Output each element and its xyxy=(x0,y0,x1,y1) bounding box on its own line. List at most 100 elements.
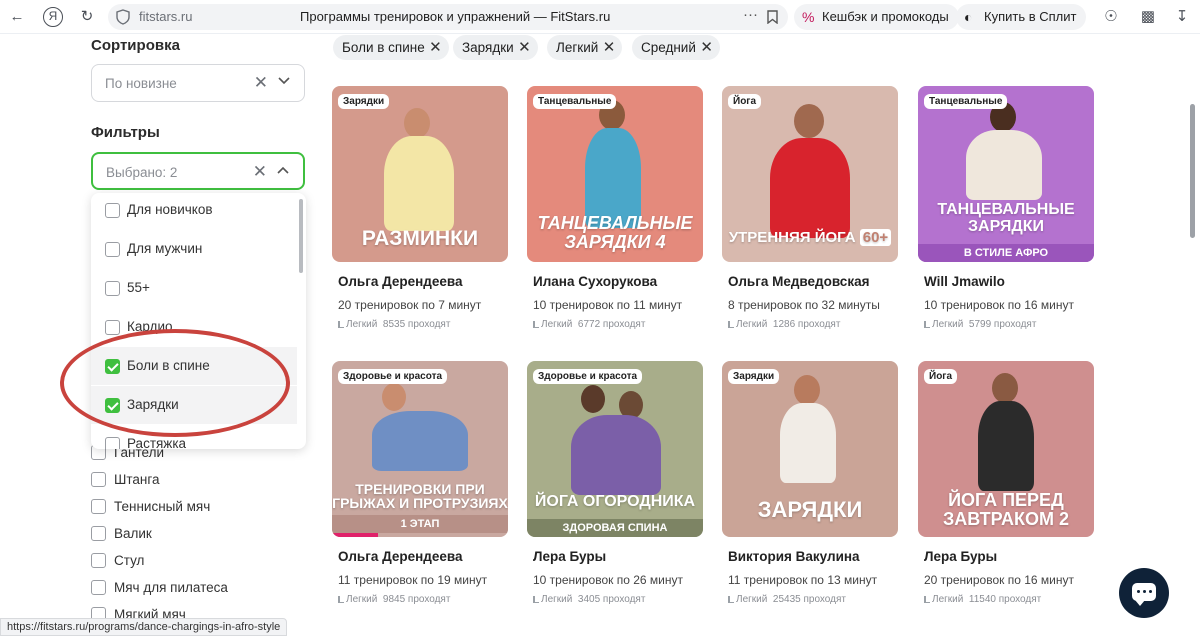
program-thumbnail[interactable]: Йога УТРЕННЯЯ ЙОГА 60+ xyxy=(722,86,898,262)
trainer-name[interactable]: Лера Буры xyxy=(533,549,606,564)
program-title-overlay: ЙОГА ОГОРОДНИКА xyxy=(534,493,696,511)
chip-label: Боли в спине xyxy=(342,40,425,55)
checkbox[interactable] xyxy=(91,526,106,541)
filter-chip[interactable]: Зарядки ✕ xyxy=(453,35,538,60)
globe-icon[interactable]: ☉ xyxy=(1102,8,1120,26)
program-meta: Легкий 8535 проходят xyxy=(338,319,450,330)
split-button[interactable]: ◐ Купить в Сплит xyxy=(956,4,1087,30)
program-thumbnail[interactable]: Зарядки РАЗМИНКИ xyxy=(332,86,508,262)
program-card[interactable]: Йога ЙОГА ПЕРЕД ЗАВТРАКОМ 2 Лера Буры 20… xyxy=(918,361,1094,605)
trainer-name[interactable]: Ольга Медведовская xyxy=(728,274,869,289)
category-badge: Зарядки xyxy=(728,369,780,384)
program-card[interactable]: Йога УТРЕННЯЯ ЙОГА 60+ Ольга Медведовска… xyxy=(722,86,898,330)
program-card[interactable]: Зарядки ЗАРЯДКИ Виктория Вакулина 11 тре… xyxy=(722,361,898,605)
chat-button[interactable] xyxy=(1119,568,1169,618)
program-title-overlay: ТАНЦЕВАЛЬНЫЕ ЗАРЯДКИ 4 xyxy=(537,213,693,253)
bookmark-icon[interactable] xyxy=(767,10,778,24)
program-card[interactable]: Здоровье и красота ЙОГА ОГОРОДНИКА ЗДОРО… xyxy=(527,361,703,605)
checkbox[interactable] xyxy=(105,281,120,296)
checkbox-checked[interactable] xyxy=(105,359,120,374)
filter-option-label: Мяч для пилатеса xyxy=(114,580,228,595)
checkbox[interactable] xyxy=(105,437,120,449)
checkbox[interactable] xyxy=(105,203,120,218)
dropdown-option[interactable]: Для мужчин xyxy=(91,230,297,268)
program-card[interactable]: Танцевальные ТАНЦЕВАЛЬНЫЕ ЗАРЯДКИ В СТИЛ… xyxy=(918,86,1094,330)
trainer-name[interactable]: Will Jmawilo xyxy=(924,274,1005,289)
dropdown-option-label: Растяжка xyxy=(127,436,187,449)
chip-label: Легкий xyxy=(556,40,599,55)
trainer-name[interactable]: Ольга Дерендеева xyxy=(338,549,463,564)
cashback-button[interactable]: % Кешбэк и промокоды xyxy=(794,4,959,30)
extension-icon[interactable]: ▩ xyxy=(1139,8,1157,26)
participants-count: 25435 проходят xyxy=(772,594,846,605)
close-icon[interactable]: ✕ xyxy=(700,35,713,60)
checkbox[interactable] xyxy=(91,580,106,595)
dropdown-option[interactable]: Растяжка xyxy=(91,425,297,449)
level-label: Легкий xyxy=(346,319,378,330)
checkbox[interactable] xyxy=(91,553,106,568)
participants-count: 6772 проходят xyxy=(577,319,646,330)
back-arrow-icon[interactable]: ← xyxy=(8,8,26,26)
more-icon[interactable]: ··· xyxy=(743,6,758,23)
program-meta: Легкий 11540 проходят xyxy=(924,594,1041,605)
close-icon[interactable]: ✕ xyxy=(603,35,616,60)
program-card[interactable]: Зарядки РАЗМИНКИ Ольга Дерендеева 20 тре… xyxy=(332,86,508,330)
sort-select[interactable]: По новизне ✕ xyxy=(91,64,305,102)
program-thumbnail[interactable]: Здоровье и красота ТРЕНИРОВКИ ПРИ ГРЫЖАХ… xyxy=(332,361,508,537)
dropdown-option[interactable]: Кардио xyxy=(91,308,297,346)
filter-option-label: Валик xyxy=(114,526,152,541)
dropdown-option[interactable]: Для новичков xyxy=(91,193,297,229)
trainer-name[interactable]: Виктория Вакулина xyxy=(728,549,860,564)
level-icon xyxy=(338,321,344,328)
sort-title: Сортировка xyxy=(91,37,180,54)
participants-count: 1286 проходят xyxy=(772,319,841,330)
program-card[interactable]: Здоровье и красота ТРЕНИРОВКИ ПРИ ГРЫЖАХ… xyxy=(332,361,508,605)
yandex-logo[interactable]: Я xyxy=(43,7,63,27)
cashback-label: Кешбэк и промокоды xyxy=(822,9,949,24)
level-icon xyxy=(924,596,930,603)
filters-value: Выбрано: 2 xyxy=(106,165,178,180)
progress-bar xyxy=(332,533,378,537)
filter-chip[interactable]: Средний ✕ xyxy=(632,35,720,60)
reload-icon[interactable]: ↻ xyxy=(78,8,96,26)
filter-option-label: Стул xyxy=(114,553,145,568)
chevron-down-icon[interactable] xyxy=(278,77,290,85)
download-icon[interactable]: ↧ xyxy=(1173,8,1191,26)
trainer-name[interactable]: Лера Буры xyxy=(924,549,997,564)
level-label: Легкий xyxy=(736,319,768,330)
trainer-name[interactable]: Илана Сухорукова xyxy=(533,274,657,289)
level-label: Легкий xyxy=(541,594,573,605)
program-thumbnail[interactable]: Зарядки ЗАРЯДКИ xyxy=(722,361,898,537)
program-thumbnail[interactable]: Танцевальные ТАНЦЕВАЛЬНЫЕ ЗАРЯДКИ 4 xyxy=(527,86,703,262)
checkbox[interactable] xyxy=(105,242,120,257)
program-thumbnail[interactable]: Танцевальные ТАНЦЕВАЛЬНЫЕ ЗАРЯДКИ В СТИЛ… xyxy=(918,86,1094,262)
trainer-name[interactable]: Ольга Дерендеева xyxy=(338,274,463,289)
category-badge: Зарядки xyxy=(338,94,390,109)
program-card[interactable]: Танцевальные ТАНЦЕВАЛЬНЫЕ ЗАРЯДКИ 4 Илан… xyxy=(527,86,703,330)
address-bar[interactable]: fitstars.ru Программы тренировок и упраж… xyxy=(108,4,788,30)
checkbox[interactable] xyxy=(91,499,106,514)
filter-chip[interactable]: Боли в спине ✕ xyxy=(333,35,449,60)
workouts-info: 8 тренировок по 32 минуты xyxy=(728,298,880,312)
participants-count: 8535 проходят xyxy=(382,319,451,330)
filters-select[interactable]: Выбрано: 2 ✕ xyxy=(91,152,305,190)
filters-title: Фильтры xyxy=(91,124,160,141)
checkbox[interactable] xyxy=(91,472,106,487)
chevron-up-icon[interactable] xyxy=(277,166,289,174)
page-scrollbar[interactable] xyxy=(1190,104,1195,238)
close-icon[interactable]: ✕ xyxy=(429,35,442,60)
dropdown-option[interactable]: Боли в спине xyxy=(91,347,297,385)
program-title-overlay: ТРЕНИРОВКИ ПРИ ГРЫЖАХ И ПРОТРУЗИЯХ xyxy=(332,480,508,512)
close-icon[interactable]: ✕ xyxy=(518,35,531,60)
checkbox-checked[interactable] xyxy=(105,398,120,413)
program-thumbnail[interactable]: Йога ЙОГА ПЕРЕД ЗАВТРАКОМ 2 xyxy=(918,361,1094,537)
checkbox[interactable] xyxy=(105,320,120,335)
level-label: Легкий xyxy=(736,594,768,605)
program-thumbnail[interactable]: Здоровье и красота ЙОГА ОГОРОДНИКА ЗДОРО… xyxy=(527,361,703,537)
dropdown-scrollbar[interactable] xyxy=(299,199,303,273)
dropdown-option[interactable]: Зарядки xyxy=(91,386,297,424)
dropdown-option[interactable]: 55+ xyxy=(91,269,297,307)
clear-icon[interactable]: ✕ xyxy=(254,73,268,93)
filter-chip[interactable]: Легкий ✕ xyxy=(547,35,623,60)
clear-icon[interactable]: ✕ xyxy=(253,162,267,182)
